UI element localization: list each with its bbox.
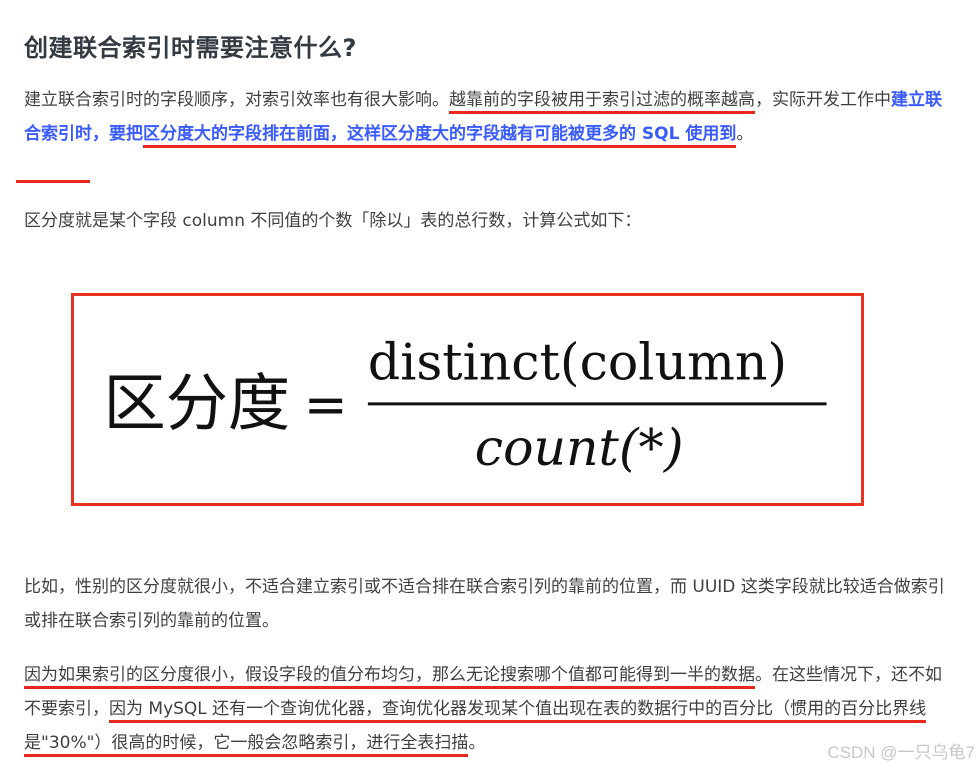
paragraph-low-cardinality: 因为如果索引的区分度很小，假设字段的值分布均匀，那么无论搜索哪个值都可能得到一半… <box>24 658 949 760</box>
csdn-watermark: CSDN @一只乌龟7 <box>827 743 975 762</box>
formula-lhs: 区分度 <box>104 366 291 439</box>
formula-denominator: count(*) <box>475 418 684 477</box>
para1-underlined-claim: 越靠前的字段被用于索引过滤的概率越高 <box>449 90 755 114</box>
formula-numerator: distinct(column) <box>368 333 787 392</box>
para4-underlined-reason: 因为如果索引的区分度很小，假设字段的值分布均匀，那么无论搜索哪个值都可能得到一半… <box>24 665 755 689</box>
para1-intro: 建立联合索引时的字段顺序，对索引效率也有很大影响。 <box>24 90 449 110</box>
formula-equals: = <box>304 374 348 435</box>
paragraph-index-order: 建立联合索引时的字段顺序，对索引效率也有很大影响。越靠前的字段被用于索引过滤的概… <box>24 83 949 151</box>
para1-highlight-underlined: 区分度大的字段排在前面，这样区分度大的字段越有可能被更多的 SQL 使用到 <box>143 124 737 148</box>
para4-period: 。 <box>468 733 486 753</box>
paragraph-formula-intro: 区分度就是某个字段 column 不同值的个数「除以」表的总行数，计算公式如下： <box>24 211 642 231</box>
paragraph-gender-example: 比如，性别的区分度就很小，不适合建立索引或不适合排在联合索引列的靠前的位置，而 … <box>24 577 945 631</box>
para1-period: 。 <box>736 124 754 144</box>
para1-transition: ，实际开发工作中 <box>755 90 891 110</box>
handdrawn-underline-stroke <box>16 180 90 183</box>
formula-image: 区分度 = distinct(column) count(*) <box>71 293 864 506</box>
section-heading: 创建联合索引时需要注意什么? <box>24 34 357 62</box>
